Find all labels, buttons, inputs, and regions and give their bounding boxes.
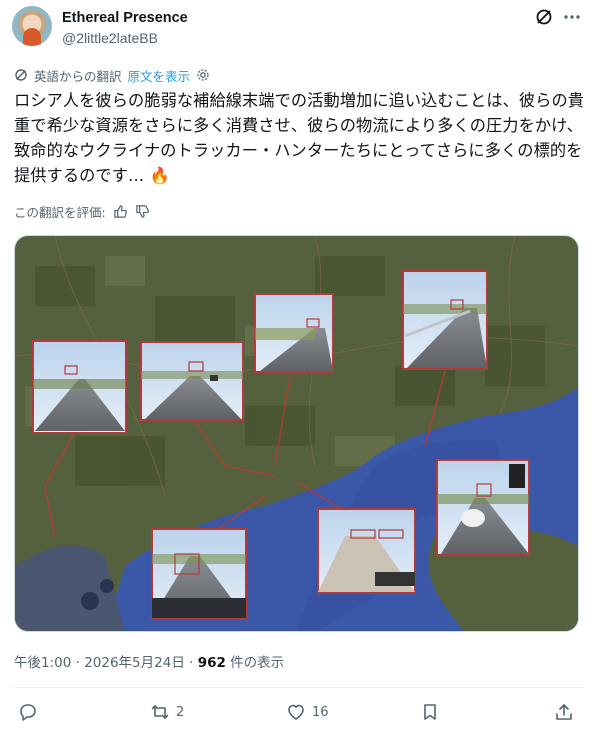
bookmark-button[interactable] <box>420 702 440 722</box>
like-icon <box>288 704 304 720</box>
bookmark-icon <box>424 704 436 720</box>
grok-icon[interactable] <box>535 8 553 26</box>
rate-translation-label: この翻訳を評価: <box>14 204 106 220</box>
translate-icon <box>15 69 27 81</box>
post-image[interactable] <box>14 235 579 632</box>
author-handle[interactable]: @2little2lateBB <box>62 30 158 46</box>
views-count[interactable]: 962 <box>198 655 226 671</box>
settings-icon[interactable] <box>196 68 210 82</box>
divider <box>14 687 584 688</box>
like-button[interactable]: 16 <box>286 702 329 722</box>
thumbs-up-icon[interactable] <box>113 204 128 219</box>
reply-icon <box>20 704 36 721</box>
like-count: 16 <box>312 704 329 720</box>
action-bar: 2 16 <box>0 700 598 726</box>
rate-translation-row: この翻訳を評価: <box>14 202 150 220</box>
post-timestamp[interactable]: 午後1:00 · 2026年5月24日 · <box>14 655 198 671</box>
views-label: 件の表示 <box>225 655 285 671</box>
post-meta: 午後1:00 · 2026年5月24日 · 962 件の表示 <box>14 651 284 671</box>
author-name[interactable]: Ethereal Presence <box>62 10 188 26</box>
translation-row: 英語からの翻訳 原文を表示 <box>14 66 210 84</box>
avatar[interactable] <box>12 6 52 46</box>
repost-button[interactable]: 2 <box>150 702 184 722</box>
map-image <box>15 236 578 631</box>
photo-inset <box>32 340 127 434</box>
post-text: ロシア人を彼らの脆弱な補給線末端での活動増加に追い込むことは、彼らの貴重で希少な… <box>14 91 585 185</box>
share-button[interactable] <box>554 702 574 722</box>
repost-icon <box>151 705 169 719</box>
more-icon[interactable] <box>562 8 582 26</box>
show-original-link[interactable]: 原文を表示 <box>128 66 191 85</box>
share-icon <box>556 704 572 720</box>
translation-label: 英語からの翻訳 <box>34 68 122 84</box>
reply-button[interactable] <box>18 702 38 722</box>
repost-count: 2 <box>176 704 185 720</box>
thumbs-down-icon[interactable] <box>135 204 150 219</box>
post-header: Ethereal Presence @2little2lateBB <box>0 0 598 58</box>
